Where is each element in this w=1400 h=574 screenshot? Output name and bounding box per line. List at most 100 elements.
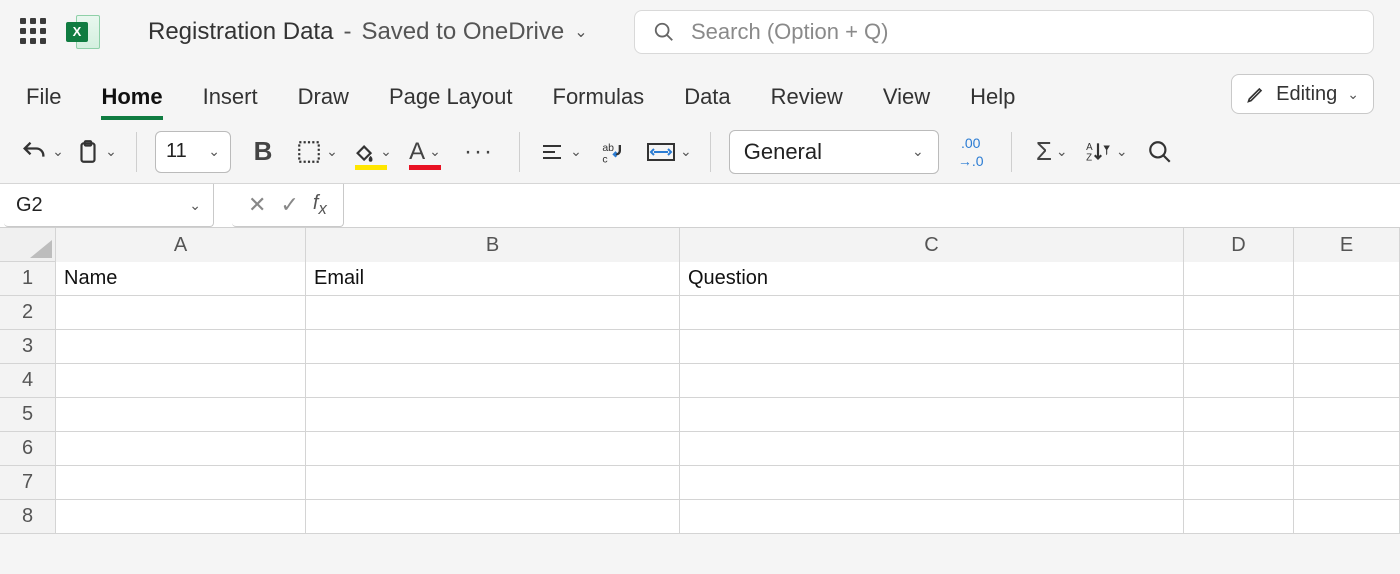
cell-A5[interactable] bbox=[56, 398, 306, 432]
excel-logo: X bbox=[66, 15, 100, 49]
col-header-D[interactable]: D bbox=[1184, 228, 1294, 264]
tab-page-layout[interactable]: Page Layout bbox=[389, 84, 513, 120]
tab-insert[interactable]: Insert bbox=[203, 84, 258, 120]
tab-draw[interactable]: Draw bbox=[298, 84, 349, 120]
cell-E3[interactable] bbox=[1294, 330, 1400, 364]
cell-A7[interactable] bbox=[56, 466, 306, 500]
cell-B7[interactable] bbox=[306, 466, 680, 500]
cell-C1[interactable]: Question bbox=[680, 262, 1184, 296]
col-header-A[interactable]: A bbox=[56, 228, 306, 264]
cell-B6[interactable] bbox=[306, 432, 680, 466]
cell-C5[interactable] bbox=[680, 398, 1184, 432]
row-header-3[interactable]: 3 bbox=[0, 330, 56, 364]
font-color-button[interactable]: A ⌄ bbox=[403, 130, 447, 174]
cell-D1[interactable] bbox=[1184, 262, 1294, 296]
cell-C4[interactable] bbox=[680, 364, 1184, 398]
cell-D6[interactable] bbox=[1184, 432, 1294, 466]
undo-button[interactable]: ⌄ bbox=[20, 130, 64, 174]
undo-icon bbox=[20, 138, 48, 166]
cell-D8[interactable] bbox=[1184, 500, 1294, 534]
col-header-C[interactable]: C bbox=[680, 228, 1184, 264]
cell-D3[interactable] bbox=[1184, 330, 1294, 364]
svg-text:ab: ab bbox=[602, 141, 614, 153]
font-color-icon: A bbox=[409, 138, 425, 166]
font-size-select[interactable]: 11 ⌄ bbox=[155, 131, 231, 173]
app-launcher[interactable] bbox=[20, 18, 48, 46]
wrap-text-button[interactable]: ab c bbox=[592, 130, 636, 174]
find-button[interactable] bbox=[1138, 130, 1182, 174]
search-input[interactable] bbox=[689, 18, 1355, 46]
more-options-button[interactable]: ··· bbox=[457, 130, 501, 174]
select-all-corner[interactable] bbox=[0, 228, 56, 262]
fx-icon[interactable]: fx bbox=[313, 192, 327, 219]
cell-A1[interactable]: Name bbox=[56, 262, 306, 296]
document-title[interactable]: Registration Data - Saved to OneDrive ⌄ bbox=[148, 18, 588, 46]
cell-E1[interactable] bbox=[1294, 262, 1400, 296]
cell-C3[interactable] bbox=[680, 330, 1184, 364]
autosum-button[interactable]: Σ ⌄ bbox=[1030, 130, 1074, 174]
tab-review[interactable]: Review bbox=[771, 84, 843, 120]
cell-B4[interactable] bbox=[306, 364, 680, 398]
row-header-1[interactable]: 1 bbox=[0, 262, 56, 296]
col-header-B[interactable]: B bbox=[306, 228, 680, 264]
search-box[interactable] bbox=[634, 10, 1374, 54]
cell-A2[interactable] bbox=[56, 296, 306, 330]
row-header-2[interactable]: 2 bbox=[0, 296, 56, 330]
cell-A3[interactable] bbox=[56, 330, 306, 364]
tab-home[interactable]: Home bbox=[101, 84, 162, 120]
cell-E7[interactable] bbox=[1294, 466, 1400, 500]
accept-formula-icon[interactable]: ✓ bbox=[280, 192, 298, 218]
row-header-5[interactable]: 5 bbox=[0, 398, 56, 432]
cell-B5[interactable] bbox=[306, 398, 680, 432]
merge-button[interactable]: ⌄ bbox=[646, 130, 692, 174]
cell-E6[interactable] bbox=[1294, 432, 1400, 466]
cell-E4[interactable] bbox=[1294, 364, 1400, 398]
svg-text:Z: Z bbox=[1086, 152, 1092, 163]
cell-B2[interactable] bbox=[306, 296, 680, 330]
tab-data[interactable]: Data bbox=[684, 84, 730, 120]
cell-A6[interactable] bbox=[56, 432, 306, 466]
cell-D2[interactable] bbox=[1184, 296, 1294, 330]
cell-E5[interactable] bbox=[1294, 398, 1400, 432]
col-header-E[interactable]: E bbox=[1294, 228, 1400, 264]
cell-C6[interactable] bbox=[680, 432, 1184, 466]
cell-D7[interactable] bbox=[1184, 466, 1294, 500]
tab-view[interactable]: View bbox=[883, 84, 930, 120]
cell-D4[interactable] bbox=[1184, 364, 1294, 398]
cell-D5[interactable] bbox=[1184, 398, 1294, 432]
paint-bucket-icon bbox=[350, 139, 376, 165]
formula-input[interactable] bbox=[344, 184, 1400, 227]
row-header-4[interactable]: 4 bbox=[0, 364, 56, 398]
borders-button[interactable]: ⌄ bbox=[295, 130, 339, 174]
editing-mode-label: Editing bbox=[1276, 83, 1337, 106]
paste-button[interactable]: ⌄ bbox=[74, 130, 118, 174]
cell-B8[interactable] bbox=[306, 500, 680, 534]
tab-formulas[interactable]: Formulas bbox=[553, 84, 645, 120]
row-header-8[interactable]: 8 bbox=[0, 500, 56, 534]
cell-A8[interactable] bbox=[56, 500, 306, 534]
name-box[interactable]: G2 ⌄ bbox=[4, 184, 214, 227]
fill-color-button[interactable]: ⌄ bbox=[349, 130, 393, 174]
bold-button[interactable]: B bbox=[241, 130, 285, 174]
tab-file[interactable]: File bbox=[26, 84, 61, 120]
row-header-6[interactable]: 6 bbox=[0, 432, 56, 466]
align-button[interactable]: ⌄ bbox=[538, 130, 582, 174]
decimal-button[interactable]: .00 →.0 bbox=[949, 130, 993, 174]
cell-A4[interactable] bbox=[56, 364, 306, 398]
chevron-down-icon: ⌄ bbox=[380, 143, 392, 160]
cell-C8[interactable] bbox=[680, 500, 1184, 534]
sort-filter-button[interactable]: A Z ⌄ bbox=[1084, 130, 1128, 174]
spreadsheet-grid: A B C D E 1 Name Email Question 2 3 4 5 … bbox=[0, 228, 1400, 534]
tab-help[interactable]: Help bbox=[970, 84, 1015, 120]
number-format-select[interactable]: General ⌄ bbox=[729, 130, 939, 174]
cell-C2[interactable] bbox=[680, 296, 1184, 330]
clipboard-icon bbox=[75, 137, 101, 167]
cell-C7[interactable] bbox=[680, 466, 1184, 500]
cancel-formula-icon[interactable]: ✕ bbox=[248, 192, 266, 218]
cell-E8[interactable] bbox=[1294, 500, 1400, 534]
cell-B1[interactable]: Email bbox=[306, 262, 680, 296]
cell-B3[interactable] bbox=[306, 330, 680, 364]
editing-mode-button[interactable]: Editing ⌄ bbox=[1231, 74, 1374, 114]
cell-E2[interactable] bbox=[1294, 296, 1400, 330]
row-header-7[interactable]: 7 bbox=[0, 466, 56, 500]
